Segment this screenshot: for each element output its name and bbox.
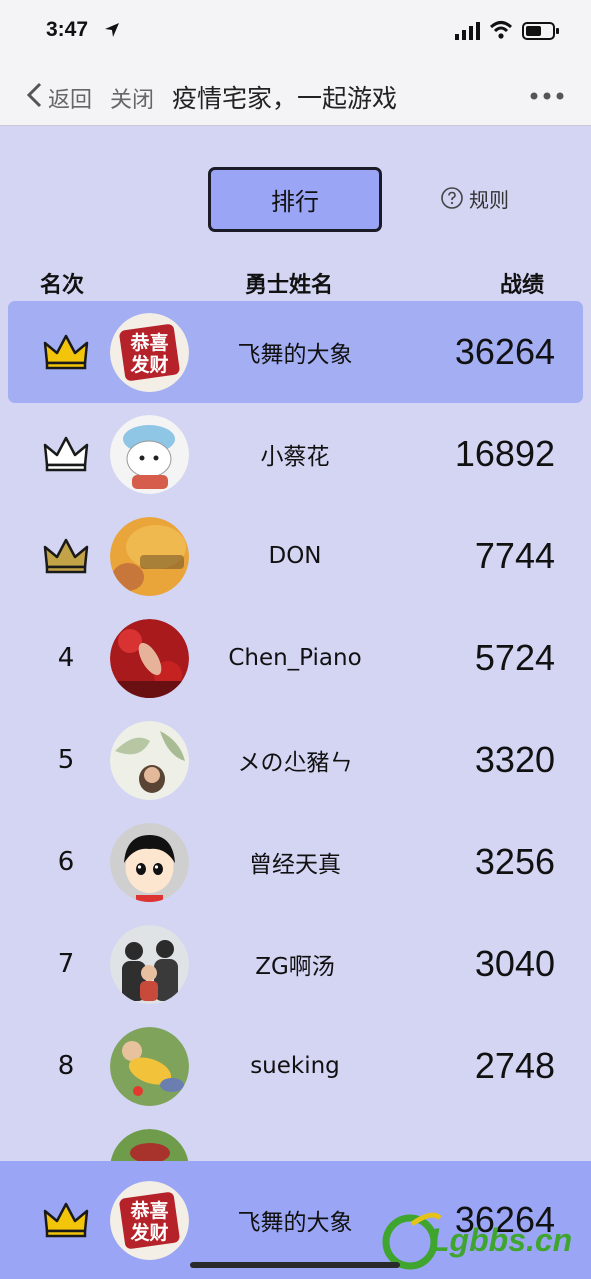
rank-cell [30, 505, 102, 607]
status-bar: 3:47 [0, 0, 591, 62]
my-player-name: 飞舞的大象 [237, 1210, 353, 1236]
rank-number: 4 [57, 643, 75, 673]
leaderboard-row: 4 Chen_Piano 5724 [8, 607, 583, 709]
svg-text:发财: 发财 [129, 353, 168, 376]
svg-text:发财: 发财 [129, 1221, 168, 1244]
player-name: ZG啊汤 [255, 954, 335, 980]
player-name: DON [268, 543, 322, 569]
avatar-girl-leaves [110, 721, 189, 800]
chevron-left-icon[interactable] [26, 82, 42, 108]
rank-cell [30, 403, 102, 505]
rank-number: 7 [57, 949, 75, 979]
silver-crown-icon [43, 436, 89, 472]
player-score: 3320 [474, 739, 555, 780]
back-button[interactable]: 返回 [48, 82, 92, 114]
rules-link[interactable]: 规则 [440, 184, 509, 212]
rank-cell [30, 301, 102, 403]
question-circle-icon [441, 187, 463, 209]
leaderboard-row: DON 7744 [8, 505, 583, 607]
rules-label: 规则 [469, 187, 509, 212]
gold-crown-icon [43, 1202, 89, 1238]
column-header-score: 战绩 [500, 273, 545, 298]
player-name: 曾经天真 [249, 852, 341, 878]
player-name: 飞舞的大象 [237, 342, 353, 368]
rank-number: 6 [57, 847, 75, 877]
close-button[interactable]: 关闭 [110, 82, 154, 114]
more-options-icon[interactable] [530, 92, 564, 100]
gold-crown-icon [43, 334, 89, 370]
home-indicator[interactable] [190, 1262, 400, 1268]
player-score: 2748 [474, 1045, 555, 1086]
player-score: 7744 [474, 535, 555, 576]
watermark-text: Lgbbs.cn [430, 1222, 573, 1258]
column-header-rank: 名次 [40, 273, 85, 298]
avatar-red-flowers [110, 619, 189, 698]
player-name: Chen_Piano [228, 645, 362, 671]
avatar-child-grass [110, 1027, 189, 1106]
navigation-bar: 返回 关闭 疫情宅家，一起游戏 [0, 62, 591, 126]
rank-number: 8 [57, 1051, 75, 1081]
avatar-gongxi-facai: 恭喜 发财 [110, 313, 189, 392]
player-score: 3256 [474, 841, 555, 882]
column-header-name: 勇士姓名 [245, 273, 334, 298]
leaderboard-row: 恭喜 发财 飞舞的大象 36264 [8, 301, 583, 403]
player-name: sueking [250, 1053, 340, 1079]
svg-text:恭喜: 恭喜 [129, 331, 168, 354]
avatar-family-photo [110, 925, 189, 1004]
leaderboard-row: 5 メの尐豬ㄣ 3320 [8, 709, 583, 811]
leaderboard-row: 7 ZG啊汤 3040 [8, 913, 583, 1015]
rank-cell [30, 1169, 102, 1271]
rank-number: 5 [57, 745, 75, 775]
battery-icon [522, 22, 559, 40]
wifi-icon [489, 21, 513, 39]
cellular-signal-icon [455, 22, 480, 40]
avatar-orange-toy [110, 517, 189, 596]
avatar-cartoon-hat [110, 415, 189, 494]
status-time: 3:47 [46, 18, 89, 41]
player-name: メの尐豬ㄣ [237, 750, 353, 776]
player-score: 36264 [454, 331, 555, 372]
avatar-cartoon-face [110, 823, 189, 902]
location-arrow-icon [105, 23, 119, 37]
leaderboard-row: 小蔡花 16892 [8, 403, 583, 505]
bronze-crown-icon [43, 538, 89, 574]
player-score: 3040 [474, 943, 555, 984]
player-score: 5724 [474, 637, 555, 678]
svg-text:恭喜: 恭喜 [129, 1199, 168, 1222]
watermark-logo: Lgbbs.cn [382, 1200, 587, 1272]
player-name: 小蔡花 [260, 444, 330, 470]
leaderboard-row: 6 曾经天真 3256 [8, 811, 583, 913]
player-score: 16892 [454, 433, 555, 474]
avatar-gongxi-facai: 恭喜 发财 [110, 1181, 189, 1260]
leaderboard-row: 8 sueking 2748 [8, 1015, 583, 1117]
page-title: 疫情宅家，一起游戏 [172, 84, 398, 113]
tab-ranking[interactable]: 排行 [208, 167, 382, 232]
